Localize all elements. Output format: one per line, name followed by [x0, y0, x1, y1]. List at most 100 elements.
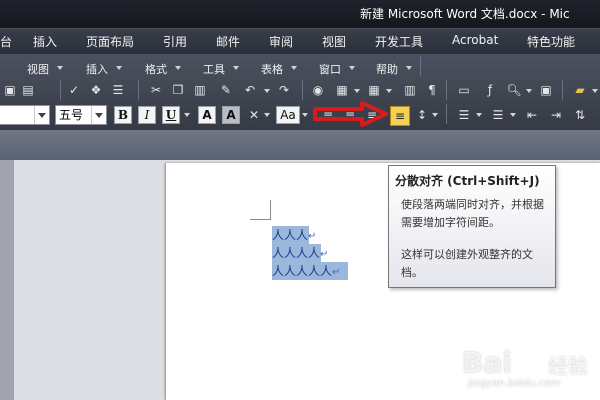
- paragraph-mark-icon: ↵: [320, 249, 329, 260]
- menu-special[interactable]: 特色功能: [527, 33, 575, 50]
- classic-menu-tools[interactable]: 工具: [203, 61, 225, 77]
- spelling-icon[interactable]: ✓: [66, 82, 82, 98]
- chevron-down-icon[interactable]: [264, 113, 270, 117]
- undo-icon[interactable]: ↶: [242, 82, 258, 98]
- toolbar-separator: [302, 80, 303, 100]
- chevron-down-icon[interactable]: [302, 113, 308, 117]
- show-hide-icon[interactable]: ¶: [424, 82, 440, 98]
- document-line[interactable]: 人人人↵: [272, 226, 316, 244]
- chevron-down-icon: [406, 66, 412, 70]
- char-border-button[interactable]: A: [198, 106, 216, 124]
- toolbar-area: 视图 插入 格式 工具 表格 窗口 帮助 ▣ ▤ ✓ ❖ ☰ ✂ ❐ ▥ ✎ ↶…: [0, 54, 600, 130]
- chevron-down-icon[interactable]: [354, 89, 360, 93]
- ruler-strip: [0, 130, 600, 160]
- print-icon[interactable]: ▤: [20, 82, 36, 98]
- phonetic-guide-icon[interactable]: ✕: [246, 107, 262, 123]
- classic-menu-help[interactable]: 帮助: [376, 61, 398, 77]
- columns-icon[interactable]: ▥: [402, 82, 418, 98]
- research-icon[interactable]: ❖: [88, 82, 104, 98]
- font-size-value: 五号: [59, 108, 84, 122]
- folder-icon[interactable]: ▰: [572, 82, 588, 98]
- insert-table-icon[interactable]: ▦: [366, 82, 382, 98]
- chevron-down-icon[interactable]: [510, 113, 516, 117]
- hyperlink-icon[interactable]: ◉: [310, 82, 326, 98]
- chevron-down-icon: [233, 66, 239, 70]
- watermark-brand-suffix: 经验: [548, 354, 588, 378]
- chevron-down-icon: [175, 66, 181, 70]
- bold-button[interactable]: B: [114, 106, 132, 124]
- tooltip-description: 使段落两端同时对齐，并根据需要增加字符间距。: [401, 198, 544, 229]
- copy-icon[interactable]: ❐: [170, 82, 186, 98]
- classic-menu-insert[interactable]: 插入: [86, 61, 108, 77]
- menu-view[interactable]: 视图: [322, 33, 346, 50]
- toolbar-separator: [60, 80, 61, 100]
- char-shading-button[interactable]: A: [222, 106, 240, 124]
- menu-references[interactable]: 引用: [163, 33, 187, 50]
- tooltip-description: 这样可以创建外观整齐的文档。: [401, 248, 533, 279]
- classic-menu-window[interactable]: 窗口: [319, 61, 341, 77]
- chevron-down-icon[interactable]: [592, 89, 598, 93]
- chevron-down-icon[interactable]: [526, 89, 532, 93]
- toolbar-separator: [562, 80, 563, 100]
- borders-icon[interactable]: ▦: [334, 82, 350, 98]
- annotation-arrow-icon: [313, 101, 388, 127]
- chevron-down-icon[interactable]: [264, 89, 270, 93]
- menu-developer[interactable]: 开发工具: [375, 33, 423, 50]
- chevron-down-icon: [116, 66, 122, 70]
- sort-icon[interactable]: ⇅: [572, 107, 588, 123]
- menu-review[interactable]: 审阅: [269, 33, 293, 50]
- menu-acrobat[interactable]: Acrobat: [452, 33, 498, 47]
- zoom-icon[interactable]: 🔍︎: [506, 82, 522, 98]
- classic-menu-view[interactable]: 视图: [27, 61, 49, 77]
- chevron-down-icon: [291, 66, 297, 70]
- chevron-down-icon[interactable]: [476, 113, 482, 117]
- margin-corner-mark: [270, 200, 271, 220]
- toolbar-separator: [138, 80, 139, 100]
- classic-menu-table[interactable]: 表格: [261, 61, 283, 77]
- document-line[interactable]: 人人人人人↵: [272, 262, 348, 280]
- text-box-icon[interactable]: ▭: [456, 82, 472, 98]
- title-bar: 新建 Microsoft Word 文档.docx - Mic: [0, 0, 600, 28]
- watermark-brand: Bai: [462, 346, 512, 379]
- italic-button[interactable]: I: [138, 106, 156, 124]
- main-menu-bar: 台 插入 页面布局 引用 邮件 审阅 视图 开发工具 Acrobat 特色功能: [0, 28, 600, 55]
- thesaurus-icon[interactable]: ☰: [110, 82, 126, 98]
- tooltip: 分散对齐 (Ctrl+Shift+J) 使段落两端同时对齐，并根据需要增加字符间…: [388, 165, 556, 288]
- chevron-down-icon[interactable]: [91, 106, 106, 124]
- redo-icon[interactable]: ↷: [276, 82, 292, 98]
- toolbar-separator: [446, 104, 447, 124]
- line-spacing-icon[interactable]: ↕: [414, 107, 430, 123]
- vertical-ruler: [0, 160, 14, 400]
- cut-icon[interactable]: ✂: [148, 82, 164, 98]
- chevron-down-icon[interactable]: [432, 113, 438, 117]
- symbol-icon[interactable]: ƒ: [482, 82, 498, 98]
- document-line[interactable]: 人人人人↵: [272, 244, 328, 262]
- numbering-icon[interactable]: ☰: [456, 107, 472, 123]
- chevron-down-icon[interactable]: [34, 106, 49, 124]
- classic-menu-format[interactable]: 格式: [145, 61, 167, 77]
- baidu-watermark: Bai 经验 jingyan.baidu.com: [462, 344, 600, 394]
- distributed-align-button[interactable]: ≡: [390, 106, 410, 126]
- menu-insert[interactable]: 插入: [33, 33, 57, 50]
- format-painter-icon[interactable]: ✎: [218, 82, 234, 98]
- chevron-down-icon[interactable]: [184, 113, 190, 117]
- paragraph-mark-icon: ↵: [332, 267, 341, 278]
- toolbar-separator: [446, 80, 447, 100]
- paste-icon[interactable]: ▥: [192, 82, 208, 98]
- bullets-icon[interactable]: ☰: [490, 107, 506, 123]
- tooltip-title: 分散对齐 (Ctrl+Shift+J): [395, 174, 540, 188]
- paragraph-mark-icon: ↵: [308, 231, 317, 242]
- change-case-button[interactable]: Aa: [276, 106, 300, 124]
- print-preview-icon[interactable]: ▣: [2, 82, 18, 98]
- underline-button[interactable]: U: [162, 106, 180, 124]
- decrease-indent-icon[interactable]: ⇤: [524, 107, 540, 123]
- font-size-combo[interactable]: 五号: [55, 105, 107, 125]
- full-screen-icon[interactable]: ▣: [538, 82, 554, 98]
- font-name-combo[interactable]: [0, 105, 50, 125]
- chevron-down-icon[interactable]: [386, 89, 392, 93]
- menu-mailings[interactable]: 邮件: [216, 33, 240, 50]
- menu-page-layout[interactable]: 页面布局: [86, 33, 134, 50]
- increase-indent-icon[interactable]: ⇥: [548, 107, 564, 123]
- window-title: 新建 Microsoft Word 文档.docx - Mic: [360, 7, 570, 21]
- menu-home[interactable]: 台: [0, 33, 12, 50]
